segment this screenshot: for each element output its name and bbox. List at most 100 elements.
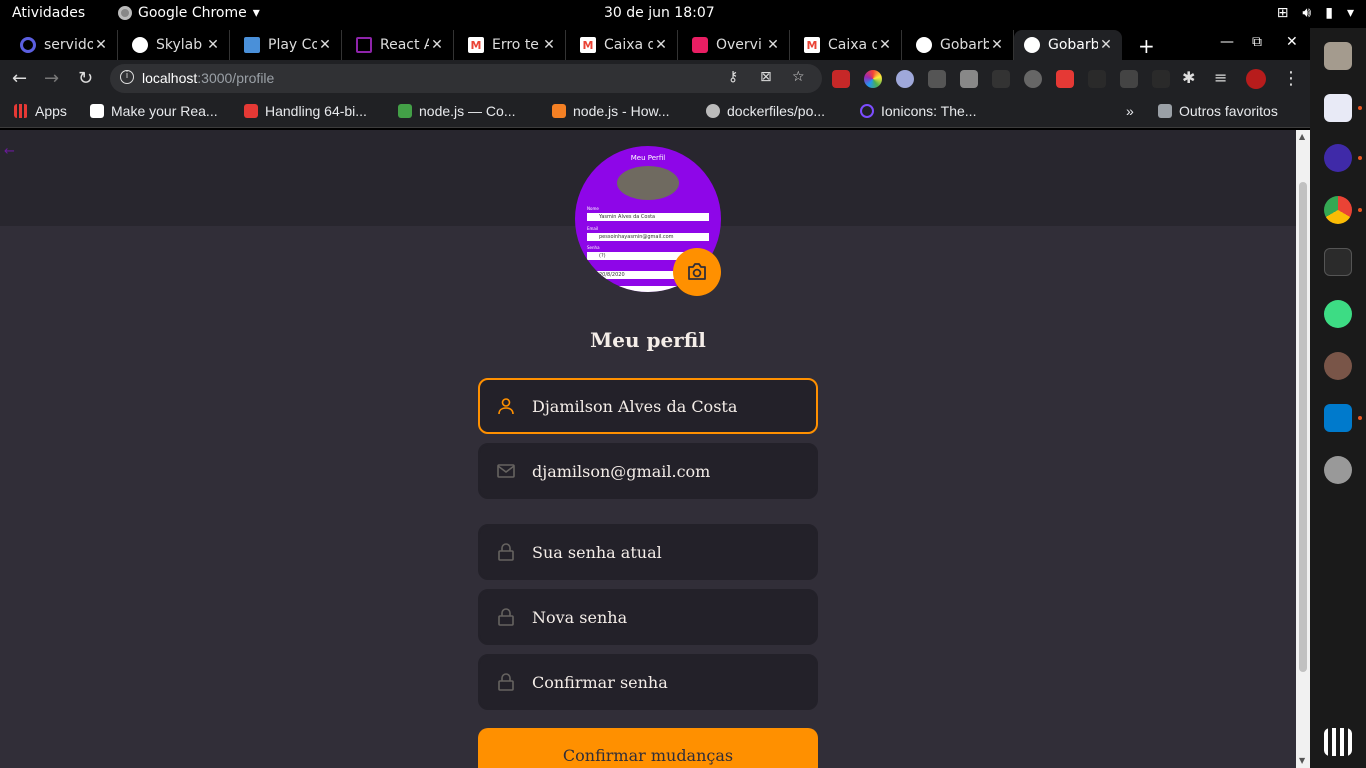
new-tab-button[interactable]: + [1138,34,1155,58]
avatar[interactable] [1246,69,1266,89]
scrollbar-thumb[interactable] [1299,182,1307,672]
close-icon[interactable]: ✕ [429,37,445,53]
new-password-field[interactable]: Nova senha [478,589,818,645]
tab-strip: servido ✕ Skylab ✕ Play Co ✕ React A ✕ M Erro… [0,28,1310,60]
extension-icon[interactable] [992,70,1010,88]
bookmark-item[interactable]: Handling 64-bi... [244,103,367,119]
extension-icon[interactable] [1088,70,1106,88]
scroll-up-icon[interactable]: ▲ [1299,132,1305,141]
extensions-icon[interactable]: ✱ [1182,68,1195,87]
tab-favicon [244,37,260,53]
bookmark-apps[interactable]: Apps [14,103,67,119]
camera-icon[interactable] [960,70,978,88]
tab[interactable]: Overvi ✕ [682,30,790,60]
back-arrow-icon[interactable]: ← [12,68,27,89]
more-bookmarks-chevron-icon[interactable]: » [1126,103,1134,119]
email-field[interactable]: djamilson@gmail.com [478,443,818,499]
show-apps-icon[interactable] [1324,728,1352,756]
star-icon[interactable]: ☆ [792,69,805,85]
minimize-button[interactable]: — [1220,34,1234,50]
name-field[interactable]: Djamilson Alves da Costa [478,378,818,434]
menu-icon[interactable]: ⋮ [1282,68,1300,89]
other-bookmarks[interactable]: Outros favoritos [1158,103,1278,119]
close-window-button[interactable]: ✕ [1286,34,1298,50]
tab-title: Erro te [492,37,539,53]
reload-icon[interactable]: ↻ [78,68,93,89]
page-scrollbar[interactable]: ▲ ▼ [1296,130,1310,768]
app-icon[interactable] [1324,352,1352,380]
bookmark-item[interactable]: Ionicons: The... [860,103,976,119]
info-icon[interactable]: i [120,70,134,84]
name-input[interactable]: Djamilson Alves da Costa [532,397,737,416]
text-editor-icon[interactable] [1324,94,1352,122]
media-icon[interactable]: ≡ [1214,68,1227,87]
email-input[interactable]: djamilson@gmail.com [532,462,710,481]
chrome-icon[interactable] [1324,196,1352,224]
github-icon [706,104,720,118]
close-icon[interactable]: ✕ [877,37,893,53]
key-icon[interactable]: ⚷ [728,69,738,85]
tab[interactable]: M Erro te ✕ [458,30,566,60]
bookmark-favicon [398,104,412,118]
disc-icon[interactable] [1324,456,1352,484]
confirm-password-input[interactable]: Confirmar senha [532,673,668,692]
tab-active[interactable]: Gobarb ✕ [1014,30,1122,60]
close-icon[interactable]: ✕ [317,37,333,53]
url-text[interactable]: localhost:3000/profile [142,70,274,86]
close-icon[interactable]: ✕ [1098,37,1114,53]
system-tray[interactable]: ⊞ 🔊︎ ▮ ▾ [1277,5,1354,21]
clock[interactable]: 30 de jun 18:07 [604,5,715,21]
tab-title: React A [380,37,429,53]
grid-icon[interactable] [1120,70,1138,88]
extension-icon[interactable] [832,70,850,88]
extension-icon[interactable] [928,70,946,88]
tab[interactable]: M Caixa d ✕ [794,30,902,60]
tab-favicon [20,37,36,53]
forward-arrow-icon[interactable]: → [44,68,59,89]
translate-icon[interactable]: ⊠ [760,69,772,85]
avatar-preview-field: pessoinhayasmin@gmail.com [587,233,709,241]
close-icon[interactable]: ✕ [989,37,1005,53]
old-password-input[interactable]: Sua senha atual [532,543,662,562]
bookmark-favicon [90,104,104,118]
color-picker-icon[interactable] [864,70,882,88]
extension-icon[interactable] [1024,70,1042,88]
files-icon[interactable] [1324,42,1352,70]
maximize-button[interactable]: ⧉ [1252,34,1262,50]
old-password-field[interactable]: Sua senha atual [478,524,818,580]
terminal-icon[interactable] [1324,248,1352,276]
confirm-changes-button[interactable]: Confirmar mudanças [478,728,818,768]
camera-icon [688,263,706,280]
tab[interactable]: Play Co ✕ [234,30,342,60]
activities-button[interactable]: Atividades [12,5,85,21]
tab[interactable]: Gobarb ✕ [906,30,1014,60]
close-icon[interactable]: ✕ [765,37,781,53]
bookmark-favicon [244,104,258,118]
arrow-left-icon[interactable]: ← [4,144,15,159]
tab-title: Gobarb [940,37,989,53]
close-icon[interactable]: ✕ [93,37,109,53]
bookmark-item[interactable]: node.js — Co... [398,103,516,119]
bookmark-item[interactable]: node.js - How... [552,103,670,119]
vscode-icon[interactable] [1324,404,1352,432]
confirm-password-field[interactable]: Confirmar senha [478,654,818,710]
bookmark-item[interactable]: Make your Rea... [90,103,218,119]
new-password-input[interactable]: Nova senha [532,608,627,627]
app-icon[interactable] [1324,144,1352,172]
app-menu[interactable]: Google Chrome ▾ [118,5,260,21]
tab[interactable]: React A ✕ [346,30,454,60]
tab[interactable]: M Caixa d ✕ [570,30,678,60]
extension-icon[interactable] [896,70,914,88]
android-studio-icon[interactable] [1324,300,1352,328]
scroll-down-icon[interactable]: ▼ [1299,756,1305,765]
close-icon[interactable]: ✕ [205,37,221,53]
close-icon[interactable]: ✕ [541,37,557,53]
extension-icon[interactable] [1152,70,1170,88]
bookmark-item[interactable]: dockerfiles/po... [706,103,825,119]
tab[interactable]: Skylab ✕ [122,30,230,60]
extension-icon[interactable] [1056,70,1074,88]
change-avatar-button[interactable] [673,248,721,296]
tab[interactable]: servido ✕ [10,30,118,60]
close-icon[interactable]: ✕ [653,37,669,53]
address-bar[interactable]: i localhost:3000/profile ⚷ ⊠ ☆ [110,64,822,93]
